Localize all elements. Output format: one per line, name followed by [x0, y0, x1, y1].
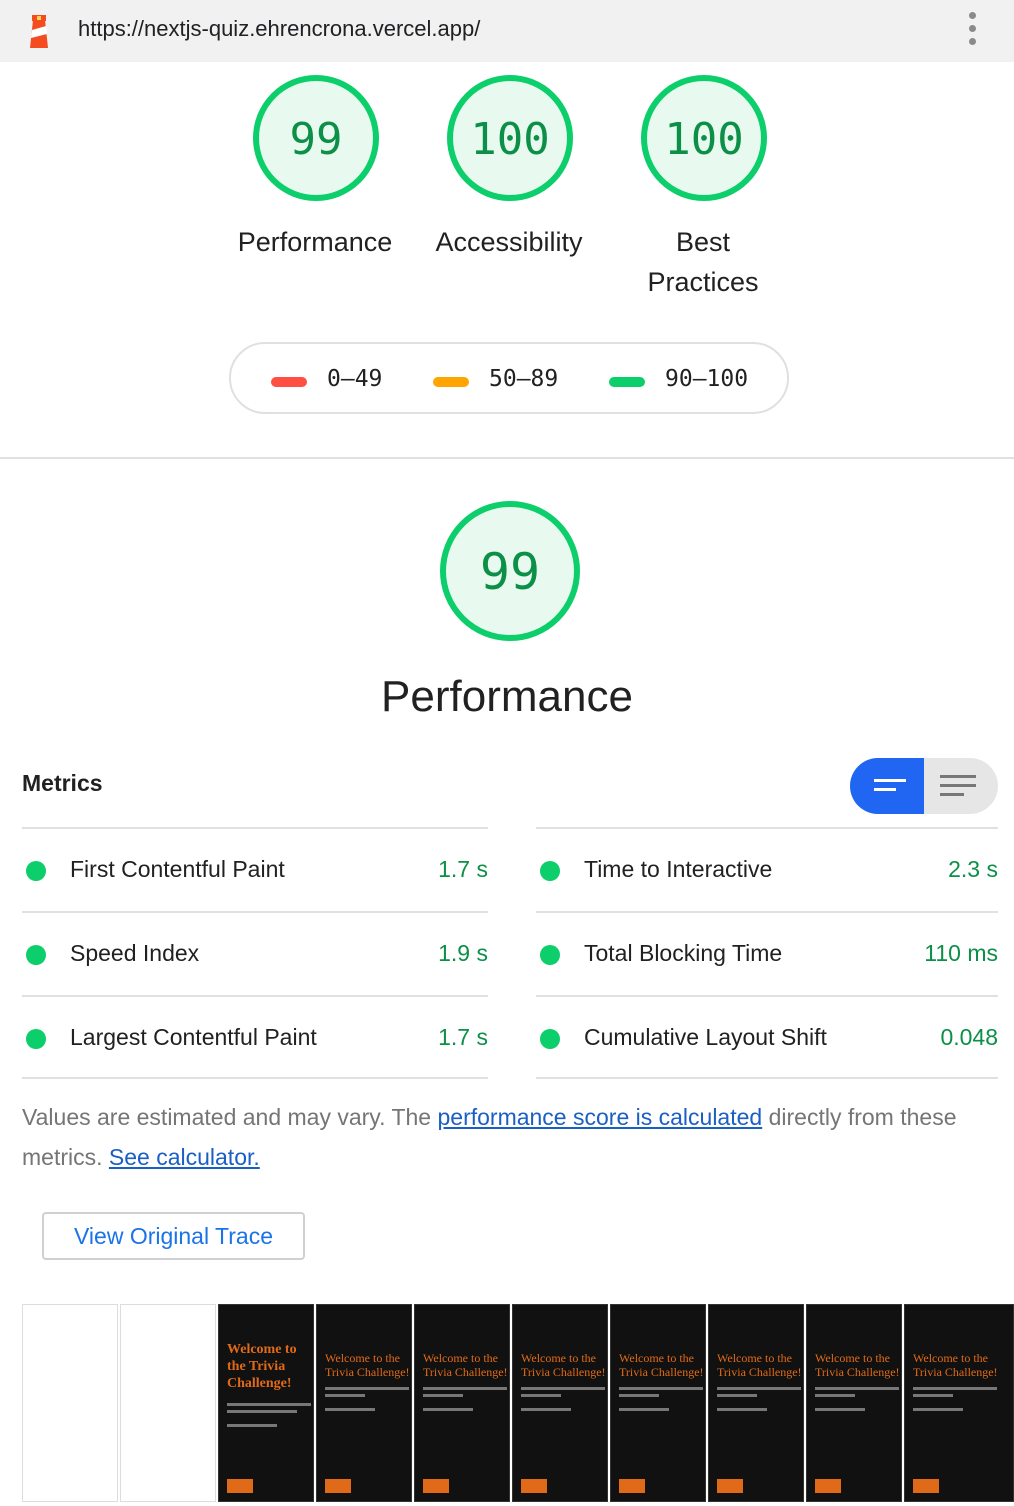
gauge-accessibility[interactable]: 100 Accessibility [435, 72, 583, 257]
metric-name: Cumulative Layout Shift [584, 1024, 827, 1050]
metric-name: Total Blocking Time [584, 940, 783, 966]
metric-name: Largest Contentful Paint [70, 1024, 317, 1050]
filmstrip-frame: Welcome to the Trivia Challenge! [610, 1304, 706, 1502]
filmstrip-frame: Welcome to the Trivia Challenge! [512, 1304, 608, 1502]
score-calculated-link[interactable]: performance score is calculated [437, 1104, 762, 1130]
metric-row: Total Blocking Time 110 ms [536, 911, 998, 995]
frame-title: Welcome to the Trivia Challenge! [619, 1351, 704, 1379]
frame-begin-button [227, 1479, 253, 1493]
frame-title: Welcome to the Trivia Challenge! [521, 1351, 606, 1379]
filmstrip: Welcome to the Trivia Challenge! Welcome… [22, 1304, 1014, 1502]
pass-dot-icon [26, 1029, 46, 1049]
frame-begin-button [913, 1479, 939, 1493]
filmstrip-frame: Welcome to the Trivia Challenge! [414, 1304, 510, 1502]
legend-pass: 90–100 [665, 366, 749, 392]
compact-view-icon[interactable] [850, 758, 924, 814]
gauge-score: 99 [290, 114, 343, 165]
pass-bar-icon [609, 377, 645, 387]
score-legend: 0–49 50–89 90–100 [229, 342, 789, 414]
filmstrip-frame: Welcome to the Trivia Challenge! [218, 1304, 314, 1502]
frame-begin-button [521, 1479, 547, 1493]
average-bar-icon [433, 377, 469, 387]
metric-row: Cumulative Layout Shift 0.048 [536, 995, 998, 1079]
filmstrip-frame: Welcome to the Trivia Challenge! [904, 1304, 1014, 1502]
frame-title: Welcome to the Trivia Challenge! [325, 1351, 410, 1379]
gauge-score: 100 [470, 114, 549, 165]
legend-average: 50–89 [489, 366, 559, 392]
pass-dot-icon [540, 861, 560, 881]
frame-begin-button [423, 1479, 449, 1493]
metric-row: Speed Index 1.9 s [22, 911, 488, 995]
address-url[interactable]: https://nextjs-quiz.ehrencrona.vercel.ap… [78, 16, 480, 42]
gauge-best-practices[interactable]: 100 Best Practices [638, 72, 770, 297]
expanded-view-icon[interactable] [924, 758, 998, 814]
see-calculator-link[interactable]: See calculator. [109, 1144, 260, 1170]
gauge-performance[interactable]: 99 Performance [238, 72, 392, 257]
metric-name: First Contentful Paint [70, 856, 285, 882]
filmstrip-frame-blank [22, 1304, 118, 1502]
filmstrip-frame: Welcome to the Trivia Challenge! [316, 1304, 412, 1502]
metric-name: Time to Interactive [584, 856, 773, 882]
filmstrip-frame: Welcome to the Trivia Challenge! [806, 1304, 902, 1502]
view-original-trace-button[interactable]: View Original Trace [42, 1212, 305, 1260]
frame-title: Welcome to the Trivia Challenge! [913, 1351, 998, 1379]
fail-bar-icon [271, 377, 307, 387]
metric-row: Time to Interactive 2.3 s [536, 827, 998, 911]
metric-value: 1.7 s [438, 1024, 488, 1050]
performance-score: 99 [480, 543, 540, 601]
metric-value: 2.3 s [948, 856, 998, 882]
frame-title: Welcome to the Trivia Challenge! [227, 1342, 297, 1391]
filmstrip-frame-blank [120, 1304, 216, 1502]
section-divider [0, 457, 1014, 459]
metric-value: 110 ms [924, 940, 998, 966]
gauge-score: 100 [664, 114, 743, 165]
pass-dot-icon [540, 945, 560, 965]
frame-begin-button [815, 1479, 841, 1493]
pass-dot-icon [26, 945, 46, 965]
frame-title: Welcome to the Trivia Challenge! [423, 1351, 508, 1379]
metrics-title: Metrics [22, 770, 103, 796]
legend-fail: 0–49 [327, 366, 383, 392]
metrics-right-column: Time to Interactive 2.3 s Total Blocking… [536, 827, 998, 1079]
performance-gauge: 99 [437, 498, 583, 644]
metrics-left-column: First Contentful Paint 1.7 s Speed Index… [22, 827, 488, 1079]
metric-row: First Contentful Paint 1.7 s [22, 827, 488, 911]
frame-begin-button [717, 1479, 743, 1493]
metrics-view-toggle [850, 758, 998, 814]
metric-row: Largest Contentful Paint 1.7 s [22, 995, 488, 1079]
lighthouse-icon [30, 15, 48, 48]
filmstrip-frame: Welcome to the Trivia Challenge! [708, 1304, 804, 1502]
pass-dot-icon [26, 861, 46, 881]
kebab-menu-icon[interactable] [962, 12, 982, 50]
metric-name: Speed Index [70, 940, 200, 966]
gauge-label: Performance [237, 227, 393, 257]
frame-title: Welcome to the Trivia Challenge! [717, 1351, 802, 1379]
frame-begin-button [325, 1479, 351, 1493]
performance-title: Performance [381, 672, 633, 721]
metrics-note: Values are estimated and may vary. The p… [22, 1104, 957, 1170]
pass-dot-icon [540, 1029, 560, 1049]
metric-value: 1.7 s [438, 856, 488, 882]
frame-begin-button [619, 1479, 645, 1493]
metric-value: 0.048 [940, 1024, 998, 1050]
metric-value: 1.9 s [438, 940, 488, 966]
frame-title: Welcome to the Trivia Challenge! [815, 1351, 900, 1379]
browser-top-bar: https://nextjs-quiz.ehrencrona.vercel.ap… [0, 0, 1014, 62]
gauge-label: Best Practices [647, 227, 759, 297]
gauge-label: Accessibility [435, 227, 583, 257]
